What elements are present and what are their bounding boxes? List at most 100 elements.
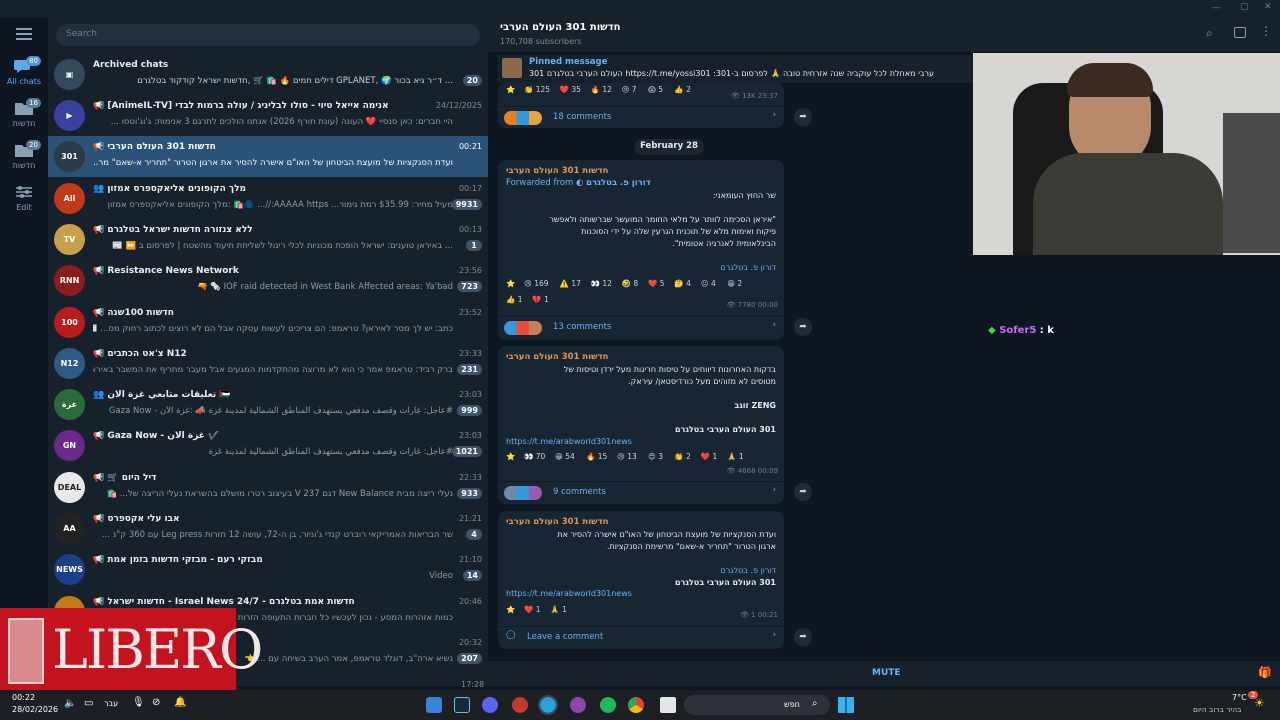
chat-row[interactable]: AA 📢 אבו עלי אקספרס 21:21 שר הבריאות האמריק…	[48, 508, 488, 549]
reaction-chip[interactable]: 👀 12	[591, 279, 612, 288]
clock-date[interactable]: 28/02/2026	[12, 705, 58, 714]
reaction-chip[interactable]: 🤔 4	[674, 279, 691, 288]
close-icon[interactable]: ✕	[1264, 2, 1272, 12]
network-icon[interactable]: ▭	[84, 698, 93, 709]
reaction-chip[interactable]: ❤️ 35	[560, 85, 581, 94]
reaction-chip[interactable]: ⭐	[506, 605, 515, 614]
volume-icon[interactable]: 🔈	[64, 698, 76, 709]
joystick-app-icon[interactable]	[512, 697, 528, 713]
weather-temp[interactable]: 7°C	[1232, 693, 1247, 702]
message-link[interactable]: https://t.me/arabworld301news	[506, 589, 632, 598]
reaction-chip[interactable]: ⭐	[506, 85, 515, 94]
mute-button[interactable]: MUTE	[872, 668, 901, 678]
comments-button[interactable]: 9 comments ›	[498, 481, 784, 503]
folder-news-2[interactable]: 20 חדשות	[0, 140, 48, 170]
message-sender: חדשות 301 העולם הערבי	[506, 166, 609, 176]
microphone-icon[interactable]: 🎙	[132, 697, 145, 708]
chat-row[interactable]: RNN 📢 Resistance News Network 23:56 IOF rai…	[48, 260, 488, 301]
libero-ad-overlay: LIBERO	[0, 608, 263, 690]
gift-icon[interactable]: 🎁	[1258, 666, 1272, 679]
reaction-chip[interactable]: ⚠️ 17	[560, 279, 581, 288]
folder-edit[interactable]: Edit	[0, 184, 48, 212]
more-options-icon[interactable]: ⋮	[1260, 24, 1272, 38]
reaction-chip[interactable]: ❤️ 1	[701, 452, 718, 461]
search-input[interactable]: Search	[56, 24, 480, 46]
share-button[interactable]: ➦	[794, 483, 812, 501]
reaction-chip[interactable]: 👏 2	[674, 452, 691, 461]
reaction-chip[interactable]: ⭐	[506, 279, 515, 288]
chat-row[interactable]: Ali 👥 מלך הקופונים אליאקספרס אמזון 00:17 מע…	[48, 178, 488, 219]
chat-row[interactable]: ▶ 📢 [AnimeIL-TV] אנימה אייאל טיוי - סולו …	[48, 95, 488, 136]
maximize-icon[interactable]: ▢	[1240, 2, 1249, 12]
taskbar-search[interactable]: חפש ⌕	[684, 695, 830, 715]
chrome-app-icon[interactable]	[628, 697, 644, 713]
chat-avatar: RNN	[54, 265, 85, 297]
minimize-icon[interactable]: —	[1212, 3, 1221, 13]
chat-row[interactable]: TV 📢 ללא צנזורה חדשות ישראל בטלגרם 00:13..…	[48, 219, 488, 260]
reaction-chip[interactable]: ❤️ 5	[648, 279, 665, 288]
share-button[interactable]: ➦	[794, 628, 812, 646]
menu-icon[interactable]	[16, 28, 32, 40]
pinned-bar[interactable]: Pinned message ערבי מאחלת לכל עוקביה שנה…	[498, 55, 973, 83]
eye-icon: 👁	[726, 467, 738, 475]
reaction-chip[interactable]: ❤️ 1	[524, 605, 541, 614]
comments-button[interactable]: 13 comments ›	[498, 316, 784, 338]
reaction-chip[interactable]: 👀 70	[524, 452, 545, 461]
share-button[interactable]: ➦	[794, 318, 812, 336]
reaction-chip[interactable]: 😐 4	[701, 279, 716, 288]
obs-app-icon[interactable]	[570, 697, 586, 713]
message-signature[interactable]: דורון פ. בטלגרם	[720, 565, 776, 577]
notepad-app-icon[interactable]	[426, 697, 442, 713]
clock-time[interactable]: 00:22	[12, 693, 35, 702]
reaction-chip[interactable]: 🙏 1	[550, 605, 567, 614]
forwarded-from[interactable]: דורון פ. בטלגרם	[586, 178, 651, 188]
message-link[interactable]: https://t.me/arabworld301news	[506, 437, 632, 446]
reaction-chip[interactable]: 😢 169	[524, 279, 549, 288]
wifi-off-icon[interactable]: ⊘	[152, 697, 160, 708]
chat-title: 📢 חדשות 301 העולם הערבי	[93, 142, 216, 153]
steam-app-icon[interactable]	[454, 697, 470, 713]
sidebar-toggle-icon[interactable]	[1234, 27, 1246, 38]
chat-row[interactable]: N12 📢 צ'אט הכתבים N12 23:33 ברק רביד: טראמפ…	[48, 343, 488, 384]
reaction-chip[interactable]: 😁 2	[727, 279, 742, 288]
start-button[interactable]	[838, 697, 854, 713]
telegram-window: — ▢ ✕ 80 All chats 16 חדשות 20 חדשות Edi…	[0, 0, 1280, 720]
reaction-chip[interactable]: 😁 54	[555, 452, 575, 461]
discord-app-icon[interactable]	[482, 697, 498, 713]
reaction-chip[interactable]: 😱 5	[648, 85, 663, 94]
leave-comment-button[interactable]: ◯ Leave a comment ›	[498, 626, 784, 648]
comments-button[interactable]: 18 comments ›	[498, 106, 784, 128]
reaction-chip[interactable]: 🤣 8	[622, 279, 639, 288]
chat-row[interactable]: غزة 👥 تعليقات متابعي غزة الآن 🇵🇸 23:03 #عاج…	[48, 384, 488, 425]
folder-news-1[interactable]: 16 חדשות	[0, 98, 48, 128]
reaction-chip[interactable]: 😍 3	[648, 452, 663, 461]
channel-header[interactable]: חדשות 301 העולם הערבי 170,708 subscriber…	[488, 18, 1280, 53]
chat-row[interactable]: 301 📢 חדשות 301 העולם הערבי 00:21 ועדת הסנק…	[48, 136, 488, 178]
chat-row[interactable]: GN 📢 Gaza Now - غزة الآن ✔️ 23:03 #عاجل: غا…	[48, 425, 488, 466]
reaction-chip[interactable]: 👍 1	[506, 295, 523, 304]
folder-all-chats[interactable]: 80 All chats	[0, 56, 48, 86]
chat-row[interactable]: NEWS 📢 מבזקי רעם - מבזקי חדשות בזמן אמת 21…	[48, 549, 488, 590]
reaction-chip[interactable]: 😢 7	[622, 85, 637, 94]
reaction-chip[interactable]: 🔥 15	[586, 452, 607, 461]
reaction-chip[interactable]: 🔥 12	[591, 85, 612, 94]
bell-icon[interactable]: 🔔	[174, 697, 186, 708]
message-signature[interactable]: דורון פ. בטלגרם	[720, 262, 776, 274]
chat-row[interactable]: DEAL 📢 🛒 דיל היום 22:33 נעלי ריצה מבית New …	[48, 467, 488, 508]
archived-chats-row[interactable]: ▣ Archived chats ... ד״ר גיא בכור 🌍 ,GPL…	[48, 54, 488, 95]
reaction-chip[interactable]: 😢 13	[617, 452, 637, 461]
search-icon[interactable]: ⌕	[1206, 26, 1213, 41]
reaction-chip[interactable]: 👍 2	[674, 85, 691, 94]
spotify-app-icon[interactable]	[600, 697, 616, 713]
chat-preview: Video	[429, 571, 453, 582]
chat-time: 24/12/2025	[435, 101, 482, 110]
reaction-chip[interactable]: 🙏 1	[727, 452, 744, 461]
file-explorer-app-icon[interactable]	[660, 697, 676, 713]
reaction-chip[interactable]: 👏 125	[524, 85, 550, 94]
reaction-chip[interactable]: ⭐	[506, 452, 515, 461]
telegram-app-icon[interactable]	[538, 695, 558, 715]
language-indicator[interactable]: עבר	[104, 699, 118, 708]
chat-row[interactable]: 100 📢 חדשות 100שנה 23:52 כתב: יש לך מסר לאי…	[48, 302, 488, 343]
reaction-chip[interactable]: 💔 1	[532, 295, 549, 304]
share-button[interactable]: ➦	[794, 108, 812, 126]
